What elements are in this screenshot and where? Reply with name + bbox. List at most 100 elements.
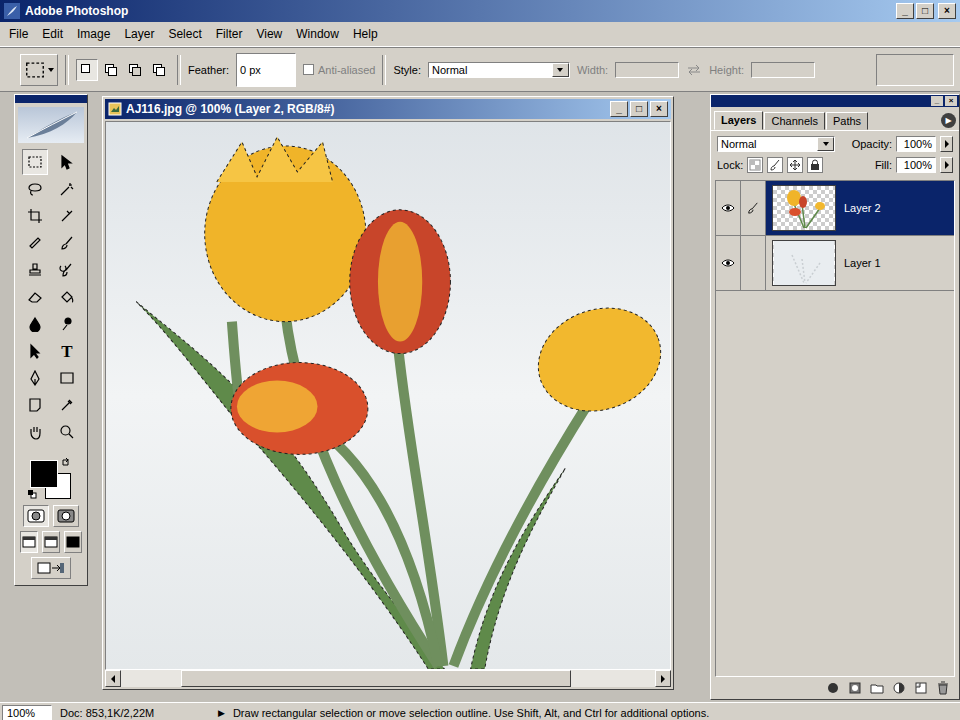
- menu-item[interactable]: Image: [70, 25, 117, 43]
- tool-button[interactable]: [54, 311, 80, 337]
- menu-item[interactable]: View: [249, 25, 289, 43]
- menu-item[interactable]: File: [2, 25, 35, 43]
- tool-button[interactable]: [54, 365, 80, 391]
- window-control-button[interactable]: _: [896, 3, 914, 19]
- layer-edit-indicator[interactable]: [741, 236, 766, 290]
- tool-button[interactable]: [22, 257, 48, 283]
- tool-button[interactable]: [22, 392, 48, 418]
- tool-button[interactable]: [54, 419, 80, 445]
- fill-slider-button[interactable]: [940, 157, 953, 173]
- mask-mode-button[interactable]: [53, 505, 79, 527]
- default-colors-icon[interactable]: [27, 489, 37, 499]
- style-dropdown[interactable]: Normal: [428, 62, 570, 78]
- tool-button[interactable]: [54, 230, 80, 256]
- selection-mode-button[interactable]: [100, 59, 122, 81]
- tool-button[interactable]: [54, 176, 80, 202]
- fill-label: Fill:: [875, 159, 892, 171]
- height-field[interactable]: [751, 62, 815, 78]
- lock-all-button[interactable]: [807, 157, 823, 173]
- document-control-button[interactable]: ×: [650, 101, 668, 117]
- foreground-color-swatch[interactable]: [31, 461, 57, 487]
- image-canvas[interactable]: [105, 121, 671, 670]
- tool-button[interactable]: [22, 311, 48, 337]
- blend-mode-dropdown[interactable]: Normal: [717, 136, 835, 152]
- style-label: Style:: [393, 64, 421, 76]
- document-icon: [108, 102, 122, 116]
- jump-to-imageready-button[interactable]: [31, 557, 71, 579]
- tool-button[interactable]: [54, 203, 80, 229]
- palette-tab[interactable]: Channels: [764, 112, 824, 130]
- opacity-slider-button[interactable]: [940, 136, 953, 152]
- palette-button[interactable]: [825, 680, 841, 696]
- lock-transparency-button[interactable]: [747, 157, 763, 173]
- palette-button[interactable]: [847, 680, 863, 696]
- menu-item[interactable]: Window: [289, 25, 346, 43]
- menu-item[interactable]: Select: [161, 25, 208, 43]
- document-control-button[interactable]: _: [610, 101, 628, 117]
- tool-button[interactable]: [54, 257, 80, 283]
- layer-edit-indicator[interactable]: [741, 181, 766, 235]
- scroll-right-button[interactable]: [655, 670, 671, 687]
- tool-button[interactable]: [22, 419, 48, 445]
- swap-colors-icon[interactable]: [61, 457, 71, 467]
- layer-name: Layer 2: [844, 202, 881, 214]
- tool-button[interactable]: [22, 230, 48, 256]
- tool-button[interactable]: T: [54, 338, 80, 364]
- toolbox-logo[interactable]: [18, 107, 84, 143]
- tool-button[interactable]: [54, 149, 80, 175]
- lock-pixels-button[interactable]: [767, 157, 783, 173]
- zoom-field[interactable]: 100%: [2, 705, 52, 720]
- palette-control-button[interactable]: _: [931, 96, 943, 106]
- mask-mode-button[interactable]: [23, 505, 49, 527]
- scroll-thumb[interactable]: [181, 670, 571, 687]
- document-title-bar[interactable]: AJ116.jpg @ 100% (Layer 2, RGB/8#)_□×: [105, 99, 671, 119]
- tool-button[interactable]: [22, 203, 48, 229]
- menu-item[interactable]: Layer: [117, 25, 161, 43]
- window-control-button[interactable]: ×: [938, 3, 956, 19]
- swap-arrows-icon[interactable]: [686, 64, 702, 76]
- palette-button[interactable]: [935, 680, 951, 696]
- menu-item[interactable]: Edit: [35, 25, 70, 43]
- palette-button[interactable]: [913, 680, 929, 696]
- selection-mode-button[interactable]: [148, 59, 170, 81]
- window-control-button[interactable]: □: [916, 3, 934, 19]
- tool-button[interactable]: [22, 149, 48, 175]
- fill-field[interactable]: 100%: [896, 157, 936, 173]
- menu-item[interactable]: Filter: [209, 25, 250, 43]
- magic-wand-icon: [59, 181, 75, 197]
- tool-button[interactable]: [22, 176, 48, 202]
- layer-row[interactable]: Layer 1: [716, 236, 954, 291]
- menu-item[interactable]: Help: [346, 25, 385, 43]
- status-menu-button[interactable]: ▶: [218, 708, 225, 718]
- palette-tab[interactable]: Paths: [826, 112, 868, 130]
- feather-field[interactable]: 0 px: [236, 53, 296, 87]
- document-control-button[interactable]: □: [630, 101, 648, 117]
- lock-position-button[interactable]: [787, 157, 803, 173]
- tool-button[interactable]: [54, 284, 80, 310]
- screen-mode-button[interactable]: [64, 531, 82, 553]
- tool-button[interactable]: [54, 392, 80, 418]
- tool-preset-picker[interactable]: [20, 54, 58, 86]
- opacity-field[interactable]: 100%: [896, 136, 936, 152]
- layer-row[interactable]: Layer 2: [716, 181, 954, 236]
- toolbox-title-strip[interactable]: [15, 95, 87, 103]
- selection-mode-button[interactable]: [76, 59, 98, 81]
- visibility-toggle[interactable]: [716, 236, 741, 290]
- horizontal-scrollbar[interactable]: [105, 670, 671, 687]
- palette-tab[interactable]: Layers: [714, 111, 763, 130]
- palette-button[interactable]: [869, 680, 885, 696]
- screen-mode-button[interactable]: [20, 531, 38, 553]
- tool-button[interactable]: [22, 284, 48, 310]
- palette-menu-button[interactable]: ▶: [941, 113, 956, 128]
- palette-button[interactable]: [891, 680, 907, 696]
- screen-mode-button[interactable]: [42, 531, 60, 553]
- tool-button[interactable]: [22, 365, 48, 391]
- tool-button[interactable]: [22, 338, 48, 364]
- palette-title-bar[interactable]: _×: [711, 95, 959, 107]
- anti-aliased-checkbox[interactable]: Anti-aliased: [303, 64, 375, 76]
- width-field[interactable]: [615, 62, 679, 78]
- palette-control-button[interactable]: ×: [945, 96, 957, 106]
- visibility-toggle[interactable]: [716, 181, 741, 235]
- scroll-left-button[interactable]: [105, 670, 121, 687]
- selection-mode-button[interactable]: [124, 59, 146, 81]
